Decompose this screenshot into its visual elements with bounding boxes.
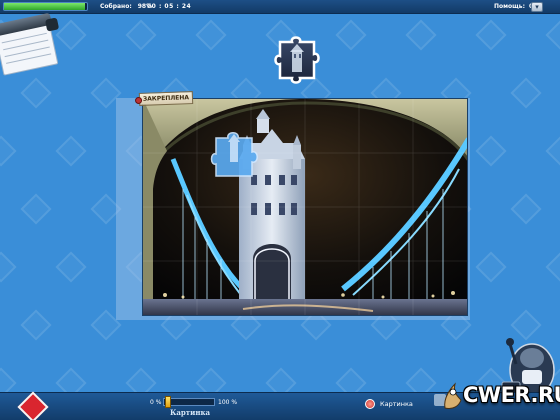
pattern-diamond	[335, 367, 367, 392]
held-puzzle-piece[interactable]	[208, 128, 264, 184]
pattern-diamond	[335, 19, 367, 51]
pattern-diamond	[20, 77, 52, 109]
collected-label: Собрано:	[100, 3, 132, 10]
puzzle-board[interactable]	[142, 98, 468, 316]
completion-progress-bar	[3, 2, 88, 11]
progress-fill	[4, 3, 86, 10]
pattern-diamond	[125, 367, 157, 392]
tower-bridge-image	[143, 99, 467, 315]
show-picture-button[interactable]: Картинка	[365, 396, 423, 412]
loose-puzzle-piece[interactable]	[272, 34, 326, 88]
pattern-diamond	[545, 251, 560, 283]
pattern-diamond	[0, 135, 17, 167]
picture-icon	[365, 399, 375, 409]
pattern-diamond	[475, 19, 507, 51]
pattern-diamond	[0, 251, 17, 283]
collected-status: Собрано: 98%	[100, 3, 152, 10]
top-status-bar: Собрано:98% 00 : 05 : 24 Помощь:0 ▾	[0, 0, 560, 14]
pattern-diamond	[20, 193, 52, 225]
pattern-diamond	[405, 19, 437, 51]
chevron-down-icon: ▾	[535, 3, 539, 11]
hints-label: Помощь:	[494, 3, 525, 10]
pattern-diamond	[510, 77, 542, 109]
pattern-diamond	[195, 19, 227, 51]
show-picture-label: Картинка	[380, 400, 413, 408]
zoom-min-label: 0 %	[150, 399, 162, 406]
pinned-label: ЗАКРЕПЛЕНА	[138, 91, 194, 106]
pattern-diamond	[55, 135, 87, 167]
pattern-diamond	[20, 309, 52, 341]
hints-status: Помощь:0	[494, 3, 533, 10]
pattern-diamond	[125, 19, 157, 51]
pattern-diamond	[55, 367, 87, 392]
pattern-diamond	[545, 135, 560, 167]
notepad-knob	[44, 17, 60, 32]
game-logo-icon[interactable]	[17, 391, 49, 420]
hints-dropdown-button[interactable]: ▾	[531, 2, 543, 12]
pattern-diamond	[265, 367, 297, 392]
watermark-text: CWER.RU	[463, 383, 560, 407]
pattern-diamond	[0, 367, 17, 392]
pattern-diamond	[475, 135, 507, 167]
zoom-slider-handle[interactable]	[165, 396, 172, 408]
elapsed-timer: 00 : 05 : 24	[147, 3, 192, 10]
pattern-diamond	[545, 19, 560, 51]
zoom-max-label: 100 %	[218, 399, 238, 406]
section-label: Картинка	[170, 408, 211, 417]
pattern-diamond	[55, 251, 87, 283]
pattern-diamond	[510, 193, 542, 225]
pattern-diamond	[405, 367, 437, 392]
pattern-diamond	[475, 251, 507, 283]
pattern-diamond	[195, 367, 227, 392]
